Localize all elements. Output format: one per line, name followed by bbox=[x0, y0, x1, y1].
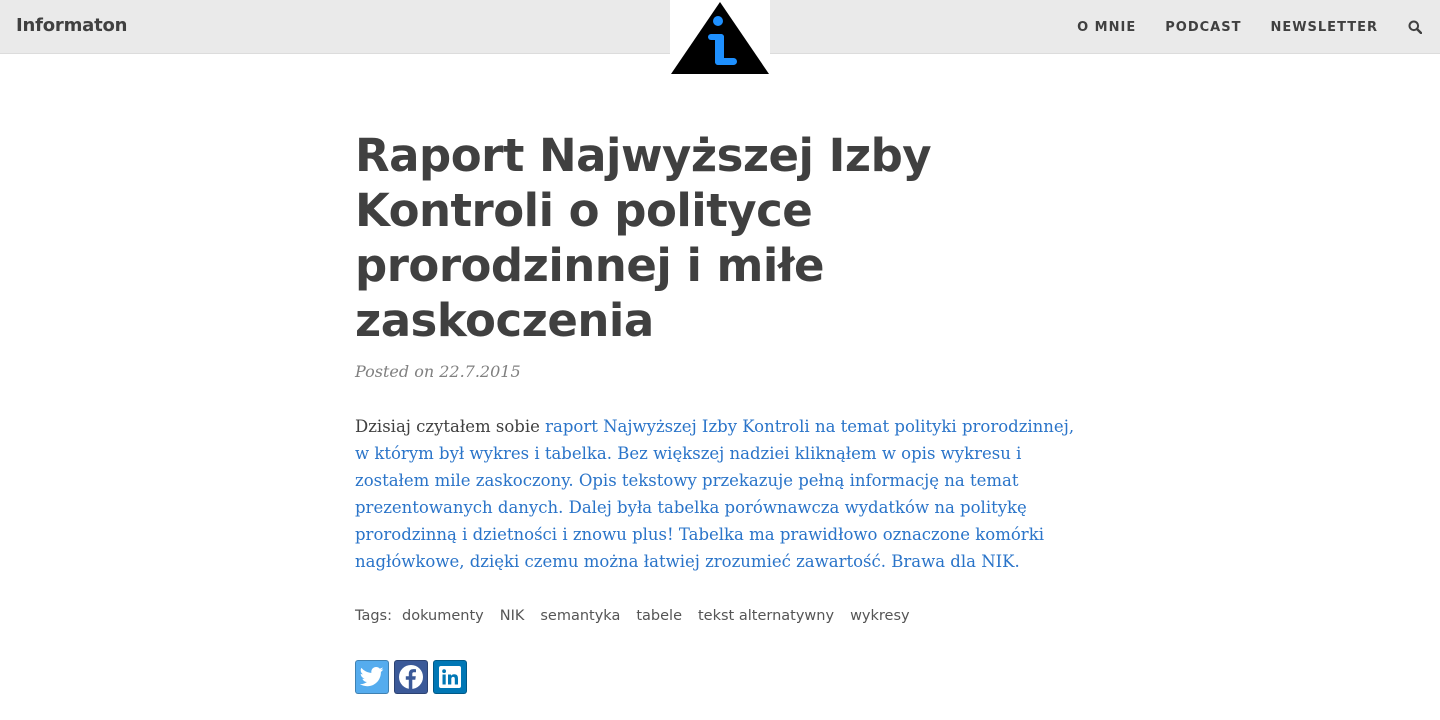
title-line: Kontroli o polityce bbox=[355, 184, 813, 237]
facebook-icon bbox=[399, 665, 423, 689]
linkedin-share-button[interactable] bbox=[433, 660, 467, 694]
tags-label: Tags: bbox=[355, 608, 392, 624]
tag-tabele[interactable]: tabele bbox=[636, 608, 682, 624]
page-title: Raport Najwyższej Izby Kontroli o polity… bbox=[355, 128, 995, 348]
share-buttons bbox=[355, 660, 472, 694]
nav-podcast[interactable]: PODCAST bbox=[1165, 20, 1241, 35]
post: Raport Najwyższej Izby Kontroli o polity… bbox=[355, 128, 1085, 575]
tag-dokumenty[interactable]: dokumenty bbox=[402, 608, 484, 624]
twitter-share-button[interactable] bbox=[355, 660, 389, 694]
tag-semantyka[interactable]: semantyka bbox=[540, 608, 620, 624]
tag-nik[interactable]: NIK bbox=[500, 608, 525, 624]
nik-report-link[interactable]: raport Najwyższej Izby Kontroli na temat… bbox=[355, 417, 1074, 571]
site-logo[interactable] bbox=[670, 0, 770, 76]
facebook-share-button[interactable] bbox=[394, 660, 428, 694]
title-line: prorodzinnej i miłe bbox=[355, 239, 825, 292]
nav-newsletter[interactable]: NEWSLETTER bbox=[1270, 20, 1378, 35]
title-line: zaskoczenia bbox=[355, 294, 654, 347]
tag-wykresy[interactable]: wykresy bbox=[850, 608, 910, 624]
info-triangle-logo bbox=[671, 2, 769, 74]
main-nav: O MNIE PODCAST NEWSLETTER bbox=[1048, 0, 1422, 54]
tag-list: Tags: dokumenty NIK semantyka tabele tek… bbox=[355, 608, 926, 624]
search-icon[interactable] bbox=[1408, 20, 1422, 34]
brand-link[interactable]: Informaton bbox=[16, 15, 127, 36]
navbar: Informaton O MNIE PODCAST NEWSLETTER bbox=[0, 0, 1440, 76]
post-date: Posted on 22.7.2015 bbox=[355, 362, 521, 381]
post-body: Dzisiaj czytałem sobie raport Najwyższej… bbox=[355, 413, 1080, 575]
twitter-icon bbox=[360, 667, 384, 687]
linkedin-icon bbox=[439, 666, 461, 688]
body-intro-text: Dzisiaj czytałem sobie bbox=[355, 417, 546, 436]
tag-tekst-alternatywny[interactable]: tekst alternatywny bbox=[698, 608, 834, 624]
title-line: Raport Najwyższej Izby bbox=[355, 129, 932, 182]
nav-o-mnie[interactable]: O MNIE bbox=[1077, 20, 1136, 35]
